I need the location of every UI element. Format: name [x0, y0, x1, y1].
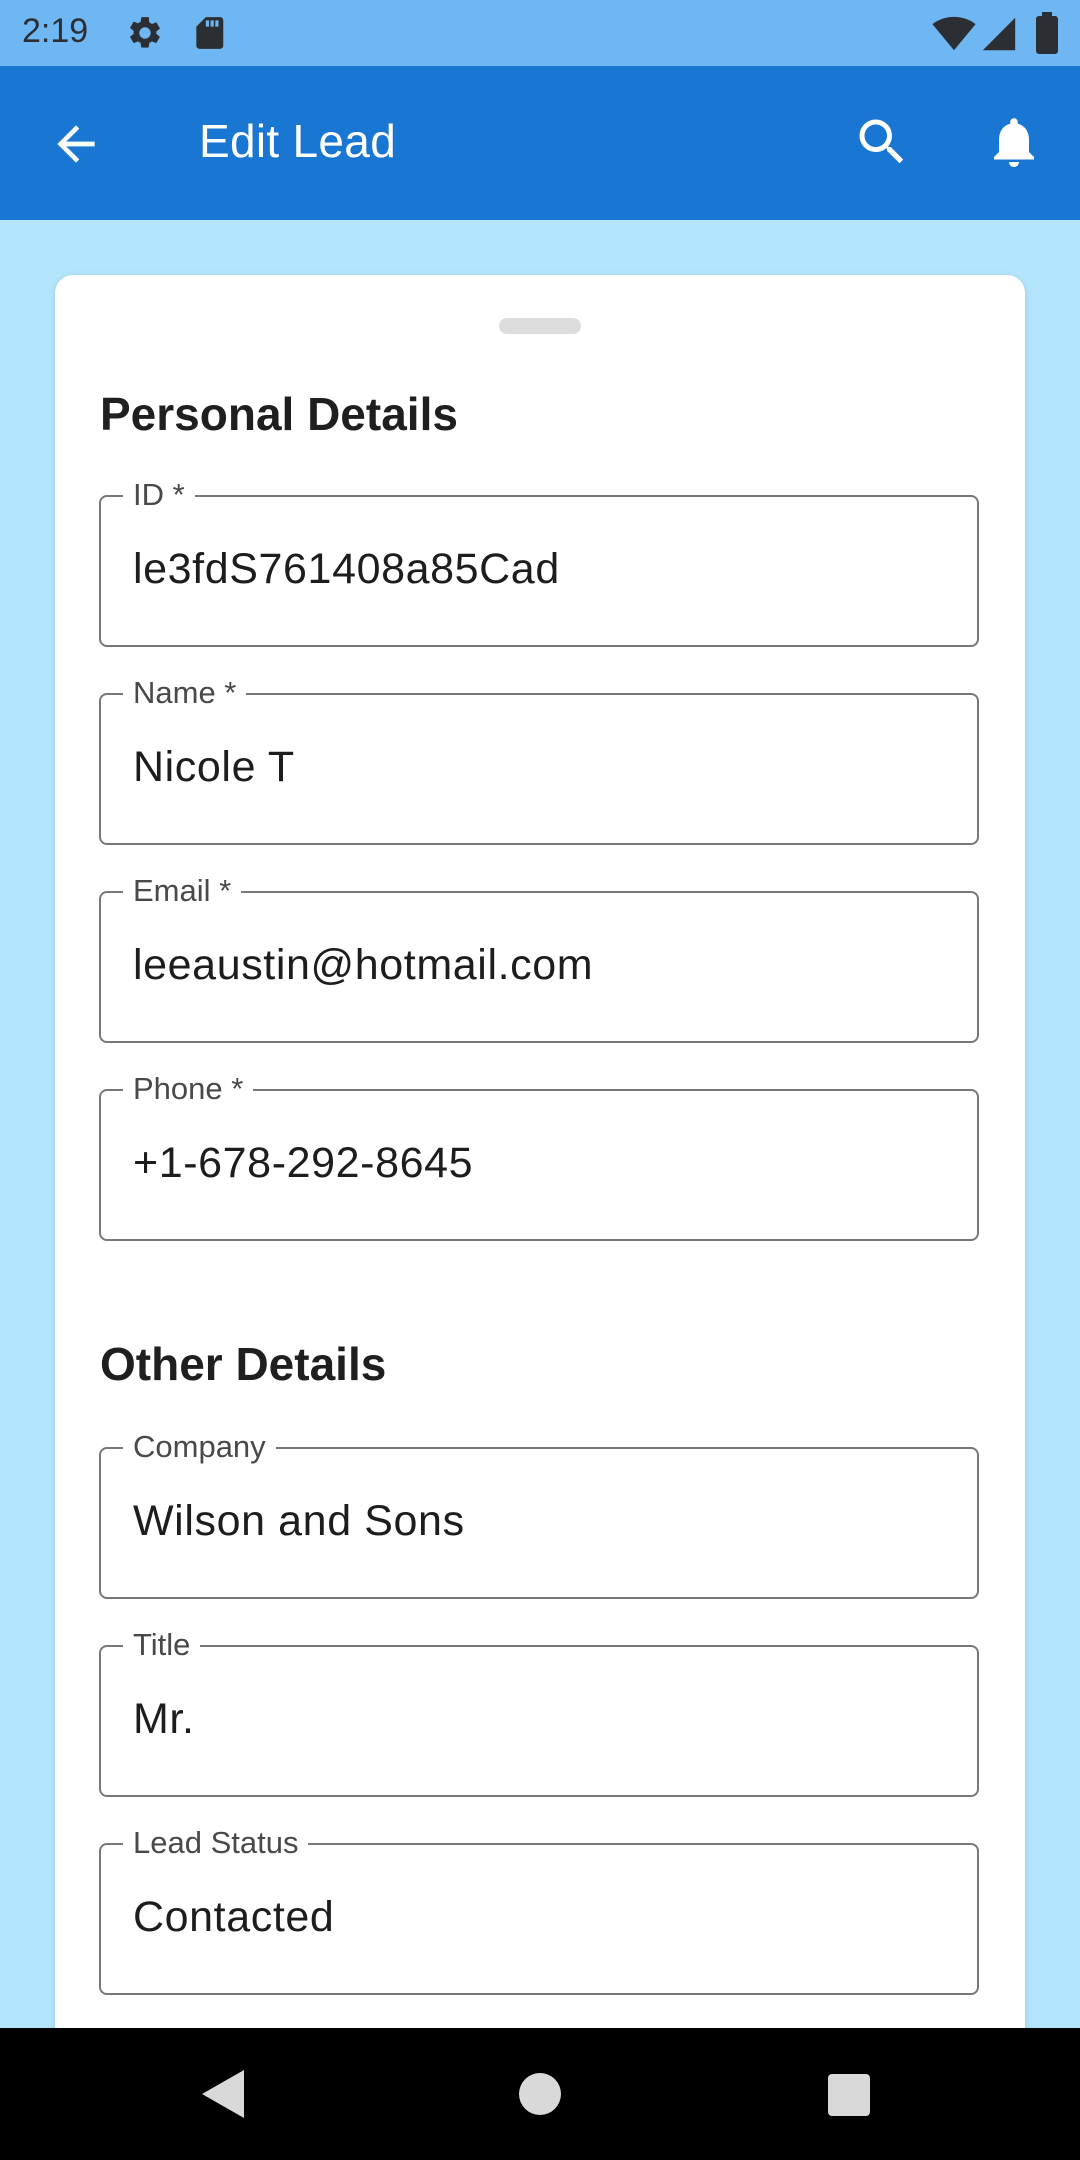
nav-recents-icon[interactable] — [828, 2074, 870, 2121]
name-field[interactable]: Name * Nicole T — [99, 673, 979, 845]
battery-icon — [1036, 12, 1058, 59]
page-title: Edit Lead — [199, 115, 397, 167]
search-button[interactable] — [852, 112, 912, 172]
wifi-icon — [932, 16, 976, 57]
email-field-value: leeaustin@hotmail.com — [133, 941, 594, 989]
company-field[interactable]: Company Wilson and Sons — [99, 1427, 979, 1599]
id-field[interactable]: ID * le3fdS761408a85Cad — [99, 475, 979, 647]
title-field[interactable]: Title Mr. — [99, 1625, 979, 1797]
lead-status-field-label: Lead Status — [123, 1823, 309, 1863]
bell-icon — [994, 118, 1034, 167]
app-bar: Edit Lead — [0, 66, 1080, 220]
name-field-label: Name * — [123, 673, 247, 713]
section-title-other: Other Details — [100, 1338, 387, 1390]
search-icon — [859, 119, 904, 164]
sd-card-icon — [192, 14, 226, 57]
phone-field-value: +1-678-292-8645 — [133, 1139, 474, 1187]
nav-back-icon[interactable] — [200, 2068, 246, 2125]
lead-status-field[interactable]: Lead Status Contacted — [99, 1823, 979, 1995]
phone-field[interactable]: Phone * +1-678-292-8645 — [99, 1069, 979, 1241]
back-arrow-icon — [57, 125, 95, 163]
id-field-label: ID * — [123, 475, 195, 515]
system-nav-bar — [0, 2028, 1080, 2160]
status-time: 2:19 — [22, 12, 89, 50]
notifications-button[interactable] — [984, 110, 1044, 174]
cell-signal-icon — [980, 16, 1018, 57]
title-field-label: Title — [123, 1625, 201, 1665]
status-bar: 2:19 — [0, 0, 1080, 66]
title-field-value: Mr. — [133, 1695, 195, 1743]
name-field-value: Nicole T — [133, 743, 295, 791]
back-button[interactable] — [46, 116, 106, 172]
id-field-value: le3fdS761408a85Cad — [133, 545, 560, 593]
phone-field-label: Phone * — [123, 1069, 254, 1109]
company-field-value: Wilson and Sons — [133, 1497, 465, 1545]
email-field-label: Email * — [123, 871, 242, 911]
company-field-label: Company — [123, 1427, 276, 1467]
form-sheet: Personal Details ID * le3fdS761408a85Cad… — [55, 275, 1025, 2035]
section-title-personal: Personal Details — [100, 388, 458, 440]
drag-handle[interactable] — [499, 318, 581, 334]
lead-status-field-value: Contacted — [133, 1893, 335, 1941]
gear-icon — [126, 14, 164, 57]
email-field[interactable]: Email * leeaustin@hotmail.com — [99, 871, 979, 1043]
nav-home-icon[interactable] — [518, 2072, 562, 2121]
